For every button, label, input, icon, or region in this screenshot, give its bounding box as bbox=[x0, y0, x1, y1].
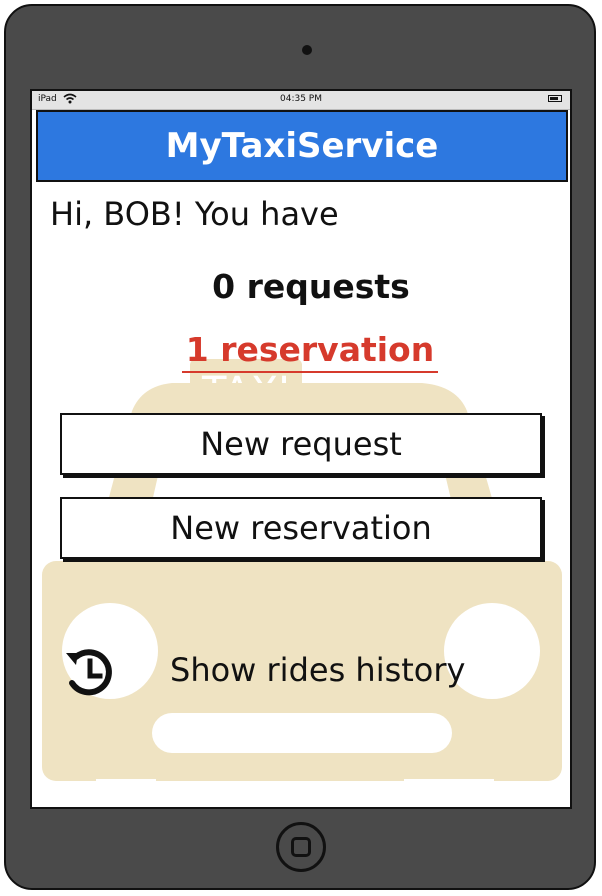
greeting-text: Hi, BOB! You have bbox=[50, 195, 339, 233]
new-request-button[interactable]: New request bbox=[60, 413, 542, 475]
new-reservation-button[interactable]: New reservation bbox=[60, 497, 542, 559]
show-rides-history-button[interactable]: Show rides history bbox=[62, 641, 492, 701]
requests-count: 0 requests bbox=[212, 267, 410, 306]
camera-icon bbox=[302, 45, 312, 55]
app-title-bar: MyTaxiService bbox=[36, 110, 568, 182]
screen: iPad 04:35 PM TAXI MyTaxiService Hi, BOB… bbox=[30, 89, 572, 809]
history-icon bbox=[62, 645, 118, 705]
history-label: Show rides history bbox=[170, 651, 466, 689]
app-title: MyTaxiService bbox=[165, 126, 439, 166]
home-button-icon[interactable] bbox=[276, 822, 326, 872]
reservation-link[interactable]: 1 reservation bbox=[182, 330, 438, 373]
